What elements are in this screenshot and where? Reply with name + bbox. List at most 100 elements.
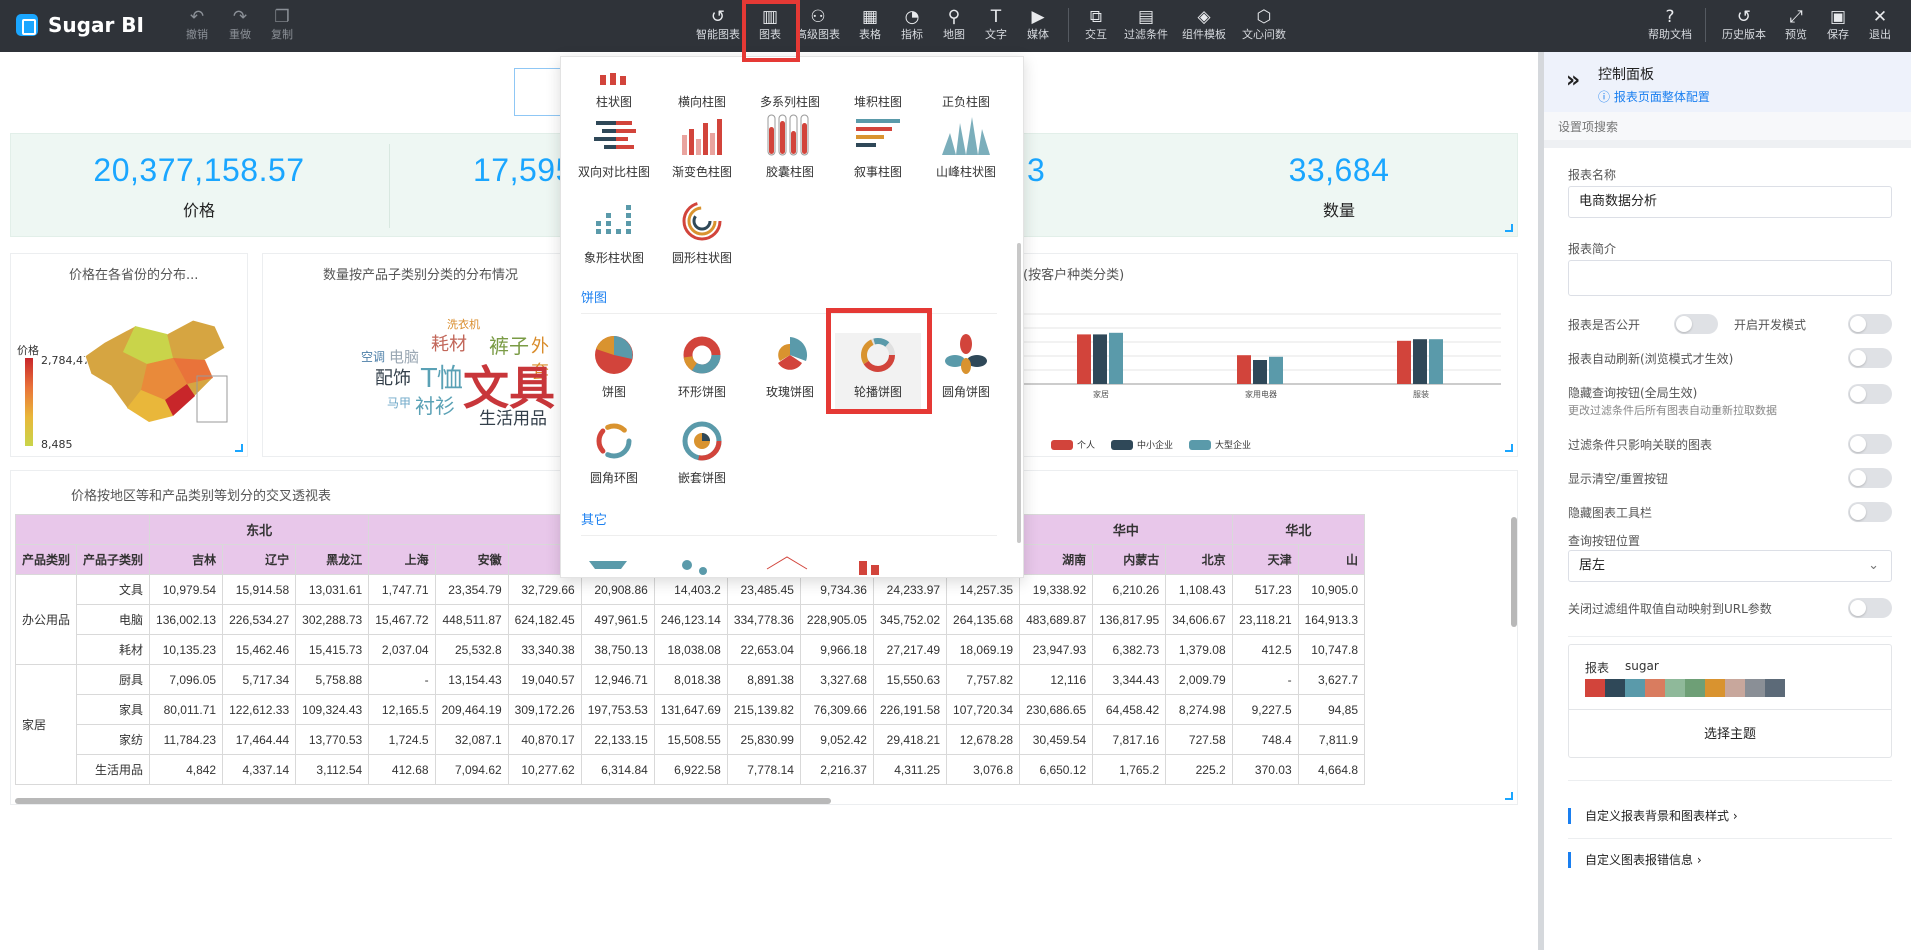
query-position-select[interactable]: 居左 ⌄: [1568, 550, 1892, 582]
table-button[interactable]: ▦ 表格: [848, 6, 892, 48]
url-param-toggle[interactable]: [1848, 598, 1892, 618]
custom-error-link[interactable]: 自定义图表报错信息 ›: [1568, 852, 1702, 868]
chart-option-nested-pie[interactable]: 嵌套饼图: [659, 419, 745, 495]
dev-mode-toggle[interactable]: [1848, 314, 1892, 334]
exit-button[interactable]: ✕ 退出: [1858, 6, 1902, 48]
vertical-scrollbar[interactable]: [1511, 517, 1517, 627]
bar[interactable]: [1269, 356, 1283, 384]
page-config-link[interactable]: ⓘ 报表页面整体配置: [1598, 88, 1710, 105]
undo-button[interactable]: ↶ 撤销: [175, 6, 219, 48]
wordcloud-card[interactable]: 数量按产品子类别分类的分布情况 洗衣机 耗材 裤子 外套 空调 电脑 配饰 T恤…: [262, 253, 562, 457]
copy-button[interactable]: ❐ 复制: [260, 6, 304, 48]
resize-handle-icon[interactable]: [1505, 444, 1513, 452]
smart-chart-button[interactable]: ↺ 智能图表: [696, 6, 740, 48]
save-button[interactable]: ▣ 保存: [1816, 6, 1860, 48]
chart-option-rounded-ring[interactable]: 圆角环图: [571, 419, 657, 495]
report-name-input[interactable]: 电商数据分析: [1568, 186, 1892, 218]
advanced-chart-button[interactable]: ⚇ 高级图表: [796, 6, 840, 48]
resize-handle-icon[interactable]: [235, 444, 243, 452]
wenxin-button[interactable]: ⬡ 文心问数: [1242, 6, 1286, 48]
menu-scrollbar[interactable]: [1017, 243, 1021, 543]
public-toggle[interactable]: [1674, 314, 1718, 334]
value-cell: 136,002.13: [149, 604, 224, 635]
subcategory-cell: 厨具: [76, 664, 151, 695]
chart-option-peak-bar[interactable]: 山峰柱状图: [923, 113, 1009, 189]
circular-bar-thumb-icon: [674, 199, 730, 243]
resize-handle-icon[interactable]: [1505, 792, 1513, 800]
value-cell: 17,464.44: [222, 724, 297, 755]
chart-option-donut[interactable]: 环形饼图: [659, 333, 745, 409]
chart-option-capsule-bar[interactable]: 胶囊柱图: [747, 113, 833, 189]
preview-button[interactable]: ⤢ 预览: [1774, 6, 1818, 48]
resize-handle-icon[interactable]: [1505, 224, 1513, 232]
bar[interactable]: [1397, 340, 1411, 384]
value-cell: 13,154.43: [434, 664, 509, 695]
redo-button[interactable]: ↷ 重做: [218, 6, 262, 48]
map-button[interactable]: ⚲ 地图: [932, 6, 976, 48]
bar[interactable]: [1413, 339, 1427, 384]
chart-option-bar[interactable]: 柱状图: [571, 57, 657, 119]
hide-query-toggle[interactable]: [1848, 384, 1892, 404]
chart-option-horizontal-bar[interactable]: 横向柱图: [659, 57, 745, 119]
filter-button[interactable]: ▤ 过滤条件: [1124, 6, 1168, 48]
settings-search-input[interactable]: [1558, 116, 1898, 138]
value-cell: 13,770.53: [295, 724, 370, 755]
custom-bg-link[interactable]: 自定义报表背景和图表样式 ›: [1568, 808, 1738, 824]
value-cell: 23,118.21: [1231, 604, 1299, 635]
selected-widget-frame[interactable]: [514, 68, 560, 116]
bar[interactable]: [1077, 334, 1091, 384]
value-cell: 9,734.36: [799, 574, 874, 605]
chart-option-circular-bar[interactable]: 圆形柱状图: [659, 199, 745, 275]
chart-option-pos-neg-bar[interactable]: 正负柱图: [923, 57, 1009, 119]
value-cell: 345,752.02: [872, 604, 948, 635]
bar[interactable]: [1429, 339, 1443, 384]
horizontal-scrollbar[interactable]: [15, 798, 831, 804]
legend-item[interactable]: 大型企业: [1189, 438, 1251, 451]
chart-option-multi-series-bar[interactable]: 多系列柱图: [747, 57, 833, 119]
value-cell: 209,464.19: [434, 694, 509, 725]
history-button[interactable]: ↺ 历史版本: [1722, 6, 1766, 48]
text-button[interactable]: T 文字: [974, 6, 1018, 48]
value-cell: 32,087.1: [434, 724, 509, 755]
bar[interactable]: [1109, 332, 1123, 384]
auto-refresh-toggle[interactable]: [1848, 348, 1892, 368]
chart-option-bidirectional-bar[interactable]: 双向对比柱图: [571, 113, 657, 189]
report-desc-input[interactable]: [1568, 260, 1892, 296]
value-cell: 334,778.36: [726, 604, 801, 635]
bar[interactable]: [1253, 360, 1267, 384]
panel-divider: [1568, 780, 1892, 781]
bar[interactable]: [1093, 334, 1107, 384]
show-clear-toggle[interactable]: [1848, 468, 1892, 488]
chart-option-rose[interactable]: 玫瑰饼图: [747, 333, 833, 409]
legend-item[interactable]: 个人: [1051, 438, 1095, 451]
chart-option-narrative-bar[interactable]: 叙事柱图: [835, 113, 921, 189]
value-cell: 5,758.88: [295, 664, 370, 695]
bar[interactable]: [1237, 355, 1251, 384]
gradient-bar-thumb-icon: [674, 113, 730, 157]
filter-assoc-toggle[interactable]: [1848, 434, 1892, 454]
value-cell: 29,418.21: [872, 724, 948, 755]
legend-item[interactable]: 中小企业: [1111, 438, 1173, 451]
indicator-button[interactable]: ◔ 指标: [890, 6, 934, 48]
hide-toolbar-toggle[interactable]: [1848, 502, 1892, 522]
collapse-chevron-icon[interactable]: »: [1566, 68, 1580, 93]
chart-option-rounded-pie[interactable]: 圆角饼图: [923, 333, 1009, 409]
choose-theme-button[interactable]: 选择主题: [1569, 709, 1891, 757]
help-button[interactable]: ? 帮助文档: [1648, 6, 1692, 48]
value-cell: 2,037.04: [368, 634, 436, 665]
bar-chart-card[interactable]: (按客户种类分类) 家居 家用电器 服装 个人 中小企业 大型企业: [1010, 253, 1518, 457]
interaction-button[interactable]: ⧉ 交互: [1074, 6, 1118, 48]
theme-name: sugar: [1625, 659, 1659, 673]
value-cell: 7,778.14: [726, 754, 801, 785]
value-cell: 370.03: [1231, 754, 1299, 785]
chart-option-pictorial-bar[interactable]: 象形柱状图: [571, 199, 657, 275]
value-cell: 1,765.2: [1092, 754, 1167, 785]
map-chart-card[interactable]: 价格在各省份的分布... 价格 2,784,471 8,485: [10, 253, 248, 457]
template-button[interactable]: ◈ 组件模板: [1182, 6, 1226, 48]
value-cell: 12,678.28: [946, 724, 1021, 755]
chart-option-pie[interactable]: 饼图: [571, 333, 657, 409]
media-button[interactable]: ▶ 媒体: [1016, 6, 1060, 48]
close-icon: ✕: [1872, 7, 1888, 27]
chart-option-stacked-bar[interactable]: 堆积柱图: [835, 57, 921, 119]
chart-option-gradient-bar[interactable]: 渐变色柱图: [659, 113, 745, 189]
